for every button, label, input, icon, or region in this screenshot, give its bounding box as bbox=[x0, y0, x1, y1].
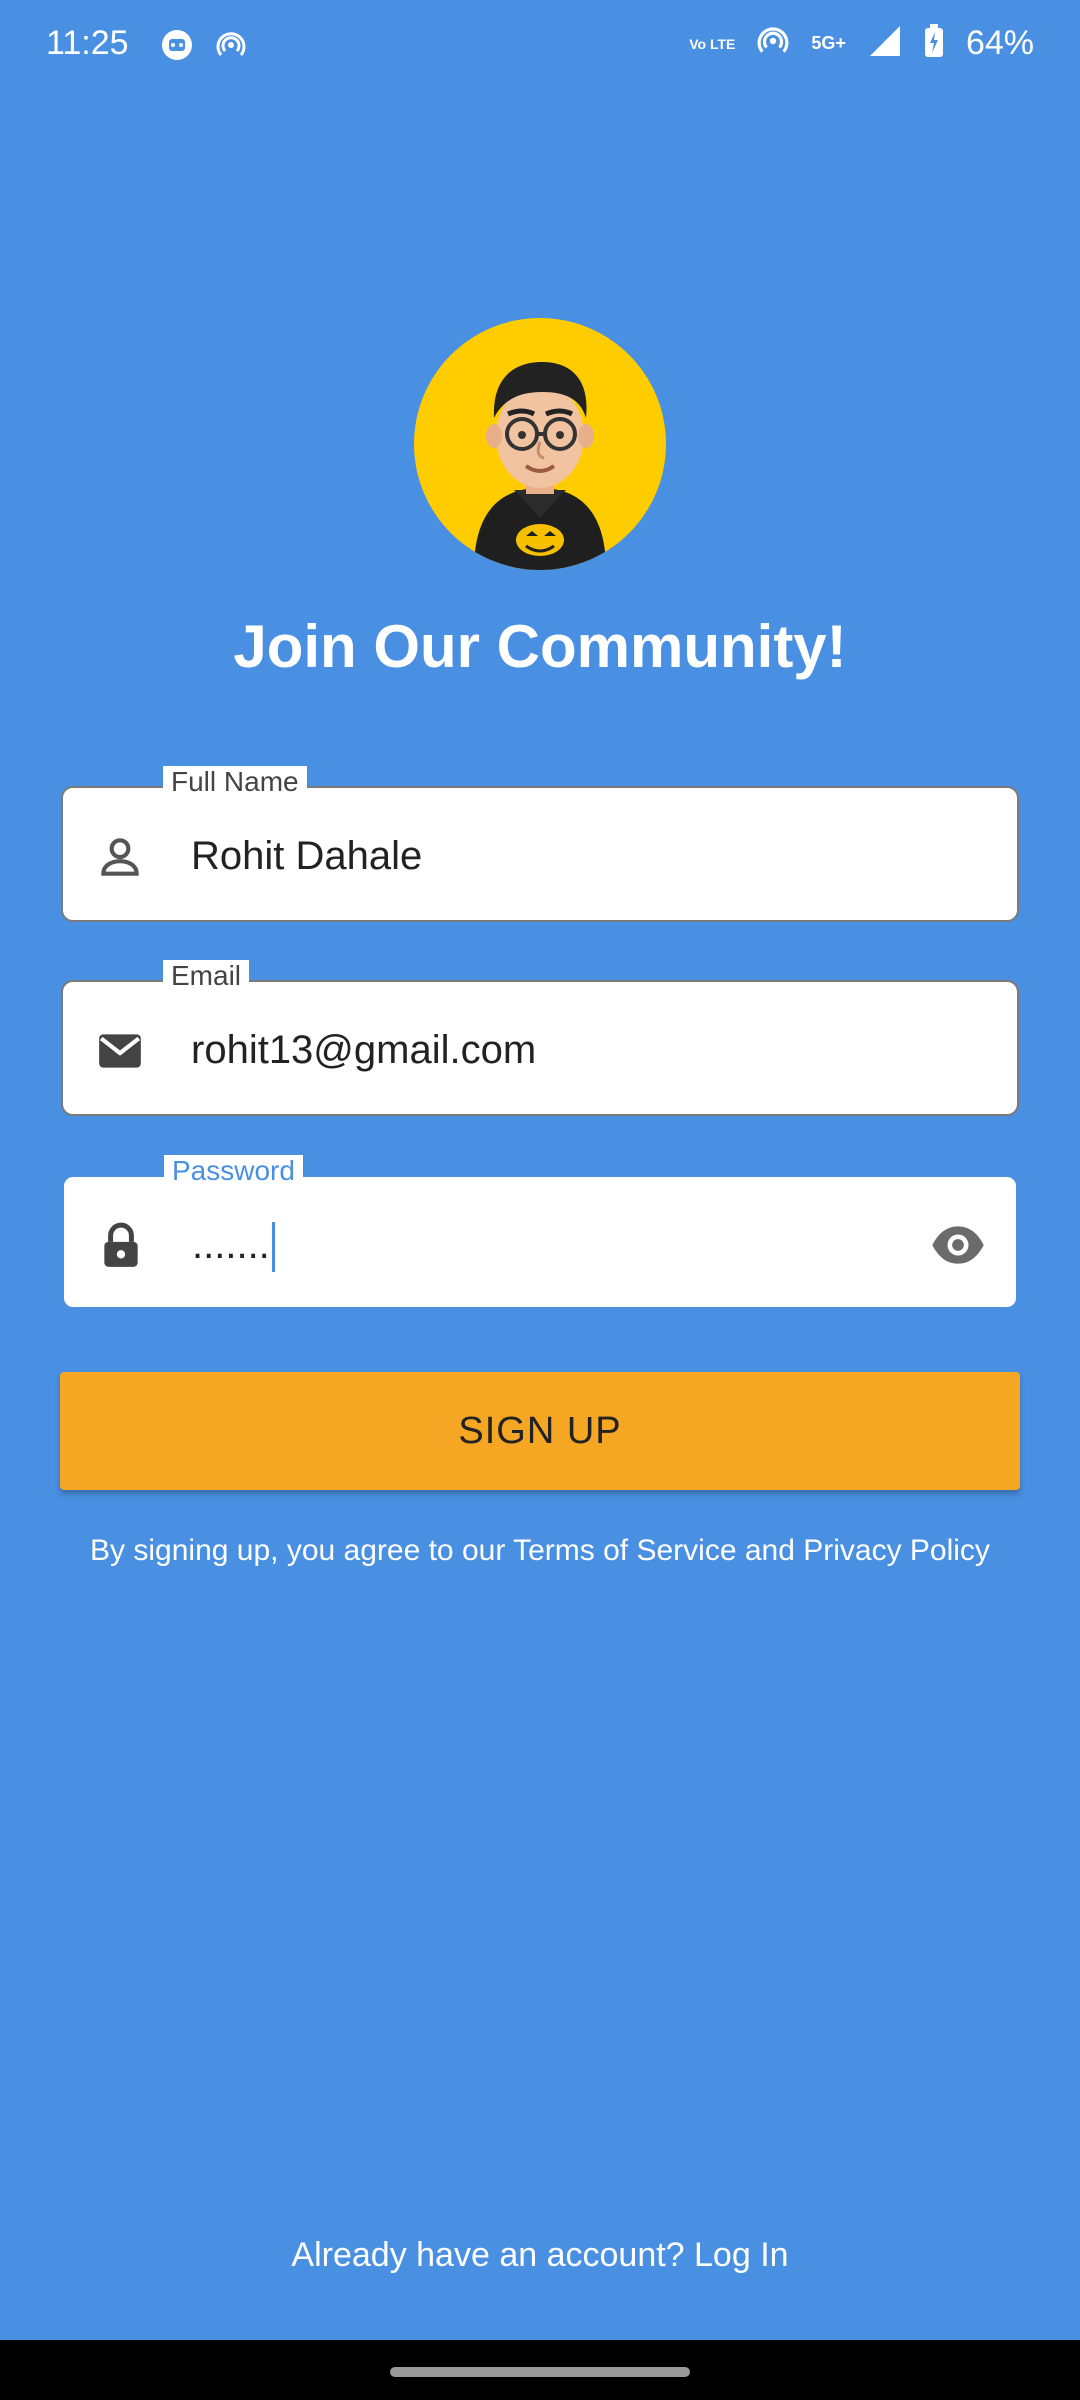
home-gesture-handle[interactable] bbox=[390, 2367, 690, 2377]
status-bar: 11:25 Vo LTE 5G+ 64% bbox=[0, 0, 1080, 96]
hotspot-status-icon bbox=[757, 25, 789, 62]
email-label: Email bbox=[163, 960, 250, 992]
volte-indicator: Vo LTE bbox=[689, 35, 736, 52]
avatar-illustration bbox=[474, 362, 606, 570]
terms-text[interactable]: By signing up, you agree to our Terms of… bbox=[0, 1534, 1080, 1568]
password-mask: ....... bbox=[192, 1223, 270, 1267]
lock-icon bbox=[96, 1221, 146, 1271]
status-time: 11:25 bbox=[46, 24, 129, 62]
password-label: Password bbox=[164, 1155, 303, 1187]
full-name-field[interactable]: Full Name Rohit Dahale bbox=[61, 766, 1019, 922]
full-name-input[interactable]: Rohit Dahale bbox=[191, 832, 422, 880]
email-input[interactable]: rohit13@gmail.com bbox=[191, 1026, 536, 1074]
profile-avatar bbox=[414, 318, 666, 570]
page-title: Join Our Community! bbox=[233, 613, 847, 680]
login-link[interactable]: Already have an account? Log In bbox=[0, 2236, 1080, 2275]
notification-app-icon bbox=[160, 28, 194, 67]
full-name-label: Full Name bbox=[163, 766, 307, 798]
hotspot-icon bbox=[216, 30, 246, 65]
mail-icon bbox=[95, 1026, 145, 1076]
password-field[interactable]: Password ....... bbox=[61, 1155, 1019, 1310]
signal-icon bbox=[868, 24, 902, 63]
text-cursor bbox=[271, 1222, 275, 1273]
password-input[interactable]: ....... bbox=[192, 1221, 275, 1273]
battery-percent: 64% bbox=[965, 24, 1034, 62]
email-field[interactable]: Email rohit13@gmail.com bbox=[61, 960, 1019, 1116]
network-type: 5G+ bbox=[811, 33, 846, 53]
person-icon bbox=[95, 832, 145, 882]
battery-icon bbox=[924, 24, 944, 63]
eye-icon[interactable] bbox=[928, 1217, 988, 1273]
sign-up-button[interactable]: SIGN UP bbox=[60, 1372, 1020, 1490]
